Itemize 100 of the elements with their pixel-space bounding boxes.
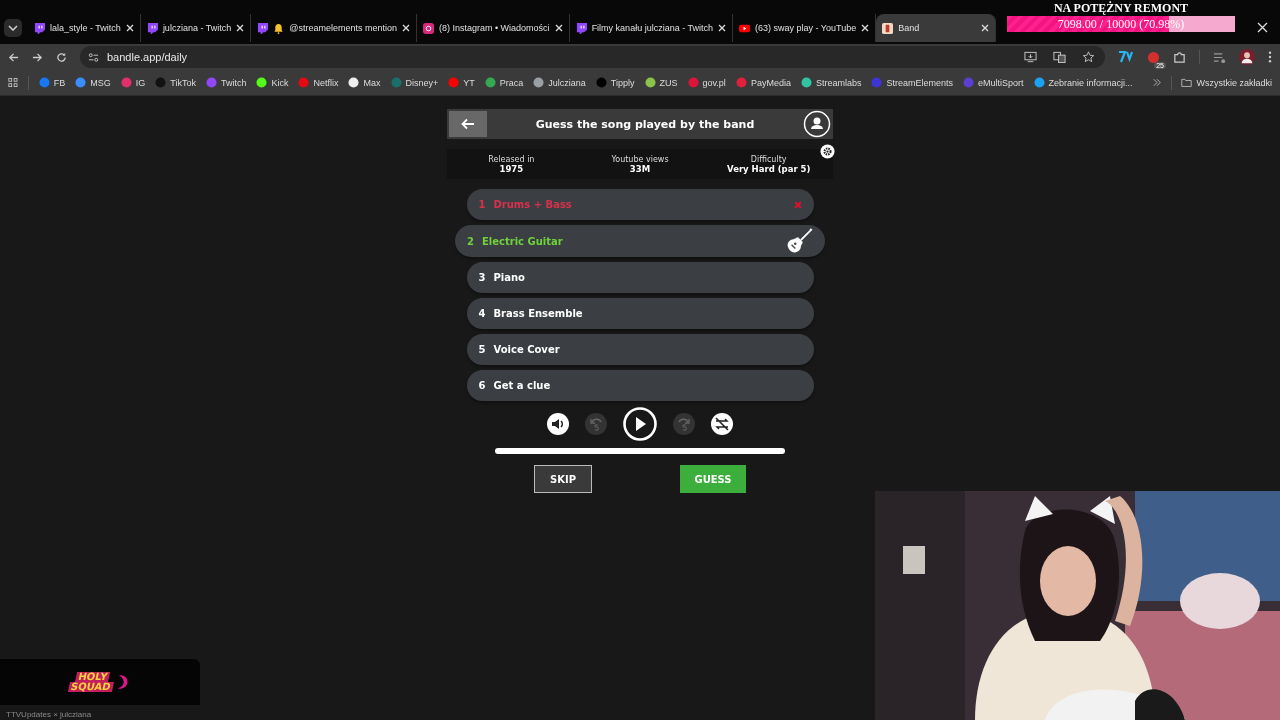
apps-icon[interactable] xyxy=(8,77,18,88)
settings-icon[interactable] xyxy=(820,144,835,159)
profile-avatar[interactable] xyxy=(1239,49,1255,65)
bookmark[interactable]: Tipply xyxy=(595,77,635,88)
stat-label: Youtube views xyxy=(611,154,669,164)
site-icon xyxy=(448,77,460,88)
browser-tab[interactable]: lala_style - Twitch xyxy=(28,14,141,42)
forward-button[interactable] xyxy=(673,413,695,435)
media-control-icon[interactable] xyxy=(1213,50,1226,64)
site-icon xyxy=(644,77,656,88)
puzzle-icon[interactable] xyxy=(1173,50,1186,64)
bookmark[interactable]: YT xyxy=(448,77,475,88)
tab-list-button[interactable] xyxy=(4,19,22,37)
clue-row[interactable]: 5 Voice Cover xyxy=(466,334,814,365)
address-bar[interactable]: bandle.app/daily xyxy=(80,46,1105,68)
youtube-icon xyxy=(739,22,750,34)
extension-icon[interactable] xyxy=(1118,51,1134,63)
reload-icon[interactable] xyxy=(56,51,67,63)
site-icon xyxy=(882,22,894,34)
close-tab-icon[interactable] xyxy=(236,24,245,32)
twitch-icon xyxy=(257,22,269,34)
user-icon[interactable] xyxy=(803,110,831,138)
back-icon[interactable] xyxy=(8,51,19,63)
arrow-left-icon xyxy=(461,118,475,130)
twitch-icon xyxy=(146,22,158,34)
splash-icon xyxy=(115,673,130,691)
translate-icon[interactable] xyxy=(1053,51,1066,63)
menu-icon[interactable] xyxy=(1268,51,1272,63)
site-icon xyxy=(390,77,402,88)
shuffle-off-button[interactable] xyxy=(711,413,733,435)
site-icon xyxy=(205,77,217,88)
stat-label: Difficulty xyxy=(750,154,787,164)
clue-row[interactable]: 3 Piano xyxy=(466,262,814,293)
site-icon xyxy=(256,77,268,88)
browser-tab[interactable]: julcziana - Twitch xyxy=(140,14,252,42)
browser-tab[interactable]: Filmy kanału julcziana - Twitch xyxy=(569,14,733,42)
chevron-down-icon xyxy=(8,25,18,31)
bookmark[interactable]: Max xyxy=(348,77,381,88)
rewind-button[interactable] xyxy=(585,413,607,435)
clue-row[interactable]: 4 Brass Ensemble xyxy=(466,298,814,329)
bookmark[interactable]: eMultiSport xyxy=(962,77,1024,88)
site-icon xyxy=(871,77,883,88)
volume-button[interactable] xyxy=(547,413,569,435)
site-icon xyxy=(484,77,496,88)
clue-row[interactable]: 2 Electric Guitar xyxy=(455,225,825,257)
bookmark[interactable]: Kick xyxy=(256,77,289,88)
close-tab-icon[interactable] xyxy=(981,24,990,32)
site-icon xyxy=(75,77,87,88)
browser-tab[interactable]: (8) Instagram • Wiadomości xyxy=(416,14,570,42)
back-button[interactable] xyxy=(449,111,487,137)
bookmark[interactable]: Streamlabs xyxy=(800,77,862,88)
forward-icon[interactable] xyxy=(32,51,43,63)
site-icon xyxy=(687,77,699,88)
play-button[interactable] xyxy=(623,407,657,441)
skip-button[interactable]: SKIP xyxy=(534,465,592,493)
bookmark[interactable]: PayMedia xyxy=(735,77,791,88)
bookmark[interactable]: Netflix xyxy=(298,77,339,88)
close-tab-icon[interactable] xyxy=(401,24,410,32)
bookmark[interactable]: Disney+ xyxy=(390,77,439,88)
bookmark[interactable]: ZUS xyxy=(644,77,678,88)
bookmark[interactable]: Praca xyxy=(484,77,524,88)
bookmarks-folder[interactable]: Wszystkie zakładki xyxy=(1181,77,1272,88)
close-tab-icon[interactable] xyxy=(125,24,134,32)
site-icon xyxy=(533,77,545,88)
bookmark[interactable]: Julcziana xyxy=(533,77,586,88)
game-title: Guess the song played by the band xyxy=(534,117,756,131)
close-tab-icon[interactable] xyxy=(718,24,726,32)
guitar-icon xyxy=(785,227,813,255)
site-icon xyxy=(348,77,360,88)
browser-tab[interactable]: Band xyxy=(876,14,997,42)
more-bookmarks-icon[interactable] xyxy=(1152,78,1161,87)
bookmark[interactable]: IG xyxy=(120,77,146,88)
clue-row[interactable]: 6 Get a clue xyxy=(466,370,814,401)
bookmark[interactable]: MSG xyxy=(75,77,111,88)
close-window-icon[interactable] xyxy=(1257,22,1268,33)
bookmark[interactable]: Twitch xyxy=(205,77,247,88)
credit-text: TTVUpdates × julcziana xyxy=(6,710,92,719)
close-tab-icon[interactable] xyxy=(861,24,870,32)
browser-tab[interactable]: @streamelements mention xyxy=(251,14,417,42)
stat-value: 33M xyxy=(629,163,651,174)
bookmark[interactable]: FB xyxy=(38,77,66,88)
stat-label: Released in xyxy=(488,154,535,164)
bell-icon xyxy=(273,22,285,34)
close-tab-icon[interactable] xyxy=(554,24,563,32)
bookmark[interactable]: StreamElements xyxy=(871,77,953,88)
bookmark[interactable]: gov.pl xyxy=(687,77,726,88)
site-settings-icon[interactable] xyxy=(88,51,99,63)
site-icon xyxy=(595,77,607,88)
bookmark[interactable]: TikTok xyxy=(155,77,196,88)
site-icon xyxy=(962,77,974,88)
logo: HOLY SQUAD xyxy=(68,672,115,692)
site-icon xyxy=(735,77,747,88)
instagram-icon xyxy=(422,22,434,34)
install-icon[interactable] xyxy=(1024,51,1037,63)
site-icon xyxy=(38,77,50,88)
twitch-icon xyxy=(575,22,587,34)
bookmark[interactable]: Zebranie informacji... xyxy=(1033,77,1133,88)
star-icon[interactable] xyxy=(1082,51,1095,63)
site-icon xyxy=(120,77,132,88)
stat-value: 1975 xyxy=(499,163,524,174)
